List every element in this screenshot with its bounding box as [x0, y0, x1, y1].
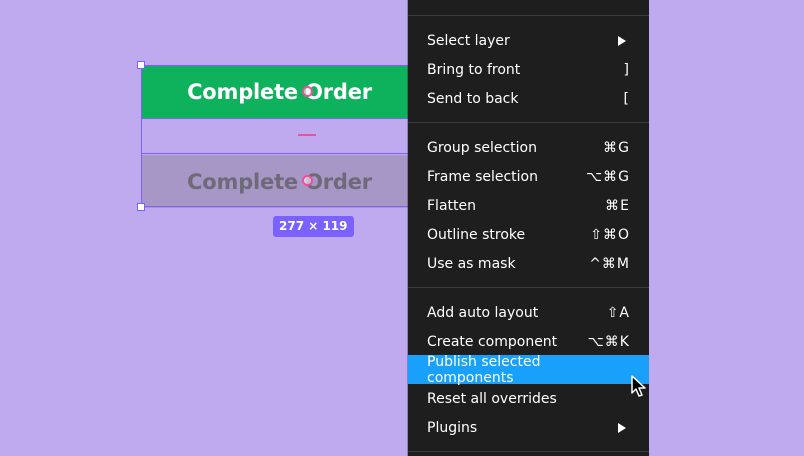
menu-item-plugins[interactable]: Plugins	[408, 413, 649, 442]
menu-item-label: Select layer	[427, 32, 510, 49]
menu-item-shortcut: ⌘E	[605, 197, 630, 214]
menu-item-label: Create component	[427, 333, 558, 350]
selection-divider-bottom	[141, 153, 418, 154]
menu-item-shortcut: ⇧A	[606, 304, 630, 321]
menu-item-frame-selection[interactable]: Frame selection ⌥⌘G	[408, 162, 649, 191]
target-ring-icon	[302, 175, 313, 186]
dimensions-badge: 277 × 119	[273, 216, 354, 237]
menu-item-shortcut: ⌘G	[603, 139, 630, 156]
spacing-marker	[298, 134, 316, 136]
resize-handle-top-left[interactable]	[137, 61, 145, 69]
context-menu: Select layer Bring to front ] Send to ba…	[408, 0, 649, 456]
menu-item-label: Use as mask	[427, 255, 516, 272]
menu-separator	[408, 15, 649, 16]
menu-item-label: Send to back	[427, 90, 519, 107]
menu-item-shortcut: ⌥⌘K	[587, 333, 630, 350]
resize-handle-bottom-left[interactable]	[137, 203, 145, 211]
target-ring-icon	[302, 86, 313, 97]
selection-divider-top	[141, 118, 418, 119]
menu-item-label: Outline stroke	[427, 226, 526, 243]
menu-item-label: Publish selected components	[427, 353, 541, 386]
menu-item-shortcut: [	[623, 90, 630, 107]
submenu-arrow-icon	[618, 422, 626, 433]
menu-separator	[408, 287, 649, 288]
menu-item-label: Add auto layout	[427, 304, 539, 321]
menu-item-label: Flatten	[427, 197, 476, 214]
menu-item-shortcut: ^⌘M	[589, 255, 630, 272]
menu-separator	[408, 451, 649, 452]
menu-item-shortcut: ⇧⌘O	[590, 226, 630, 243]
menu-item-label: Reset all overrides	[427, 390, 557, 407]
submenu-arrow-icon	[618, 35, 626, 46]
menu-item-use-as-mask[interactable]: Use as mask ^⌘M	[408, 249, 649, 278]
menu-item-label: Group selection	[427, 139, 537, 156]
menu-item-label: Plugins	[427, 419, 478, 436]
menu-item-publish-selected-components[interactable]: Publish selected components	[408, 353, 649, 386]
selection-box[interactable]	[141, 65, 418, 207]
menu-item-label: Bring to front	[427, 61, 521, 78]
menu-item-bring-to-front[interactable]: Bring to front ]	[408, 55, 649, 84]
menu-item-send-to-back[interactable]: Send to back [	[408, 84, 649, 113]
mouse-cursor-icon	[631, 375, 646, 397]
menu-item-add-auto-layout[interactable]: Add auto layout ⇧A	[408, 298, 649, 327]
menu-item-outline-stroke[interactable]: Outline stroke ⇧⌘O	[408, 220, 649, 249]
menu-separator	[408, 122, 649, 123]
menu-item-shortcut: ]	[623, 61, 630, 78]
menu-item-select-layer[interactable]: Select layer	[408, 26, 649, 55]
menu-item-flatten[interactable]: Flatten ⌘E	[408, 191, 649, 220]
menu-item-reset-all-overrides[interactable]: Reset all overrides	[408, 384, 649, 413]
menu-item-shortcut: ⌥⌘G	[586, 168, 630, 185]
menu-item-create-component[interactable]: Create component ⌥⌘K	[408, 327, 649, 356]
menu-item-label: Frame selection	[427, 168, 538, 185]
menu-item-group-selection[interactable]: Group selection ⌘G	[408, 133, 649, 162]
